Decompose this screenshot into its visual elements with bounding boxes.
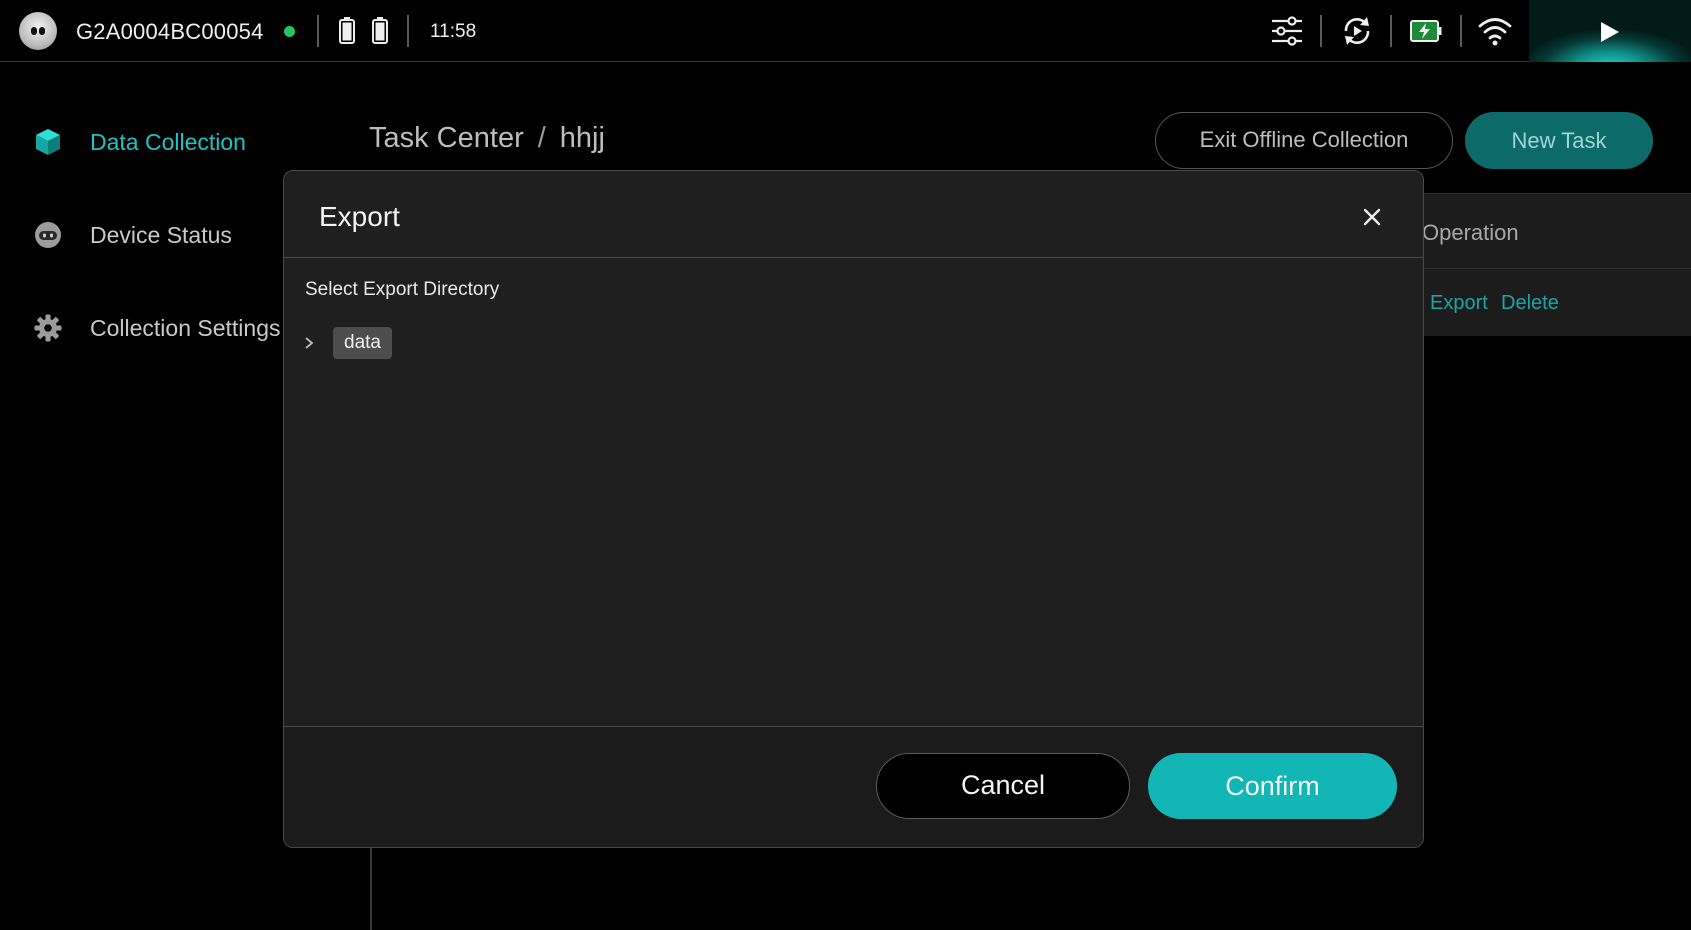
- export-link[interactable]: Export: [1430, 292, 1488, 315]
- sidebar-item-label: Data Collection: [90, 129, 246, 155]
- divider: [370, 840, 372, 930]
- cancel-button[interactable]: Cancel: [876, 753, 1130, 819]
- chevron-right-icon[interactable]: [302, 336, 316, 350]
- battery-icon: [372, 17, 388, 44]
- dialog-footer: Cancel Confirm: [284, 726, 1423, 847]
- status-bar: G2A0004BC00054 11:58: [0, 0, 1691, 62]
- sidebar-item-data-collection[interactable]: Data Collection: [0, 116, 290, 166]
- close-icon[interactable]: [1356, 201, 1388, 233]
- charging-battery-icon: [1410, 20, 1442, 42]
- sidebar-item-label: Device Status: [90, 222, 232, 248]
- clock: 11:58: [430, 21, 477, 42]
- breadcrumb: Task Center / hhjj: [369, 122, 605, 155]
- gear-icon: [34, 314, 62, 342]
- breadcrumb-root[interactable]: Task Center: [369, 122, 524, 154]
- divider: [1320, 15, 1322, 47]
- sidebar-item-collection-settings[interactable]: Collection Settings: [0, 302, 290, 352]
- divider: [284, 257, 1423, 258]
- dialog-title: Export: [319, 201, 400, 232]
- tree-node-label[interactable]: data: [333, 327, 392, 359]
- sidebar-item-label: Collection Settings: [90, 315, 281, 341]
- online-status-dot: [284, 26, 295, 37]
- play-button[interactable]: [1529, 0, 1691, 62]
- rotate-icon[interactable]: [1340, 14, 1374, 48]
- robot-icon: [35, 222, 61, 248]
- divider: [1390, 15, 1392, 47]
- task-table: Operation Export Delete: [1420, 193, 1691, 336]
- play-icon: [1601, 22, 1619, 42]
- sliders-icon[interactable]: [1270, 14, 1304, 48]
- cube-icon: [36, 129, 60, 155]
- select-directory-label: Select Export Directory: [305, 279, 500, 300]
- breadcrumb-separator: /: [537, 122, 546, 154]
- confirm-button[interactable]: Confirm: [1148, 753, 1397, 819]
- divider: [407, 15, 409, 47]
- divider: [317, 15, 319, 47]
- divider: [1460, 15, 1462, 47]
- robot-avatar-icon[interactable]: [19, 12, 57, 50]
- delete-link[interactable]: Delete: [1501, 292, 1559, 315]
- new-task-button[interactable]: New Task: [1465, 112, 1653, 169]
- exit-offline-collection-button[interactable]: Exit Offline Collection: [1155, 112, 1453, 169]
- device-id: G2A0004BC00054: [76, 19, 264, 44]
- operation-column-header: Operation: [1422, 220, 1519, 245]
- divider: [1420, 268, 1691, 269]
- divider: [284, 726, 1423, 727]
- breadcrumb-current: hhjj: [559, 122, 605, 154]
- export-dialog: Export Select Export Directory data Canc…: [283, 170, 1424, 848]
- battery-icon: [339, 17, 355, 44]
- wifi-icon[interactable]: [1478, 16, 1512, 46]
- sidebar-item-device-status[interactable]: Device Status: [0, 209, 290, 259]
